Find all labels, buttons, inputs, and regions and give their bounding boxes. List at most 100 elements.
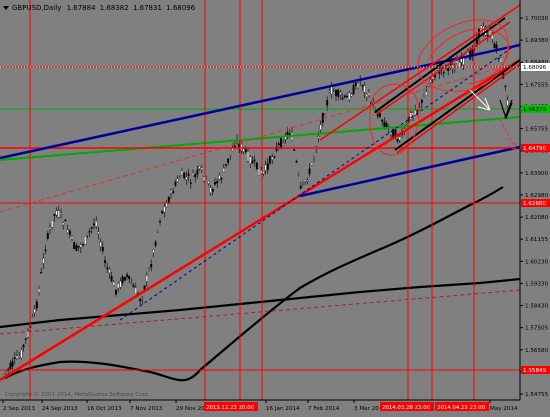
candle-body: [264, 164, 267, 171]
candle-body: [247, 151, 249, 162]
candle-body: [104, 260, 106, 264]
chart-window[interactable]: GBPUSD,Daily 1.67884 1.68382 1.67831 1.6…: [0, 0, 550, 413]
plot-area[interactable]: [0, 0, 520, 400]
candle-body: [126, 274, 128, 277]
candle-body: [101, 247, 104, 252]
candle-body: [409, 112, 412, 120]
price-label: 1.61155: [525, 237, 549, 243]
time-label: 7 Feb 2014: [308, 406, 340, 412]
candle-body: [253, 159, 256, 162]
candle-body: [196, 169, 199, 175]
candle-body: [436, 68, 439, 71]
candle-body: [156, 230, 159, 232]
candle-body: [143, 285, 146, 290]
candle-body: [148, 268, 150, 271]
price-label: 1.62980: [525, 193, 549, 199]
candle-body: [46, 233, 49, 239]
candle-body: [346, 95, 348, 98]
candle-body: [176, 178, 179, 182]
candle-body: [172, 191, 175, 194]
price-label: 1.56580: [525, 348, 549, 354]
candle-body: [491, 34, 494, 40]
price-label: 1.57505: [525, 326, 549, 332]
chart-header: GBPUSD,Daily 1.67884 1.68382 1.67831 1.6…: [3, 4, 196, 12]
candle-body: [209, 187, 212, 193]
candle-body: [42, 258, 45, 264]
time-highlight-label: 2014.03.28 23:00: [382, 405, 431, 411]
time-label: 16 Jan 2014: [266, 406, 300, 412]
candle-body: [53, 214, 56, 216]
candle-body: [99, 241, 102, 247]
price-label: 1.62080: [525, 215, 549, 221]
candle-body: [194, 174, 197, 178]
candle-body: [225, 164, 227, 166]
price-label: 1.63900: [525, 171, 549, 177]
high-value: 1.68382: [100, 4, 129, 12]
candle-body: [132, 285, 135, 288]
candle-body: [304, 179, 307, 182]
candle-body: [60, 212, 62, 215]
candle-body: [35, 301, 38, 309]
candle-body: [84, 236, 87, 245]
candle-body: [207, 181, 210, 184]
candle-body: [467, 51, 469, 56]
candle-body: [352, 85, 355, 95]
candle-body: [357, 82, 359, 89]
candle-body: [13, 357, 16, 359]
candle-body: [293, 149, 296, 151]
candle-body: [141, 298, 144, 300]
price-tag-label: 1.66379: [523, 107, 547, 113]
candle-body: [242, 148, 245, 152]
price-chart[interactable]: GBPUSD,Daily 1.67884 1.68382 1.67831 1.6…: [0, 0, 550, 413]
candle-body: [185, 176, 188, 180]
candle-body: [447, 67, 450, 71]
candle-body: [385, 123, 388, 128]
candle-body: [24, 338, 27, 340]
price-label: 1.69380: [525, 38, 549, 44]
candle-body: [412, 112, 414, 116]
candle-body: [64, 219, 67, 222]
candle-body: [205, 176, 208, 178]
candle-body: [18, 355, 21, 358]
candle-body: [119, 281, 122, 288]
candle-body: [31, 316, 34, 318]
candle-body: [453, 67, 456, 70]
candle-body: [286, 132, 289, 136]
candle-body: [200, 167, 203, 170]
time-label: May 2014: [490, 406, 518, 412]
candle-body: [348, 92, 351, 101]
price-tag-label: 1.55849: [523, 368, 547, 374]
candle-body: [249, 156, 252, 164]
candle-body: [269, 156, 271, 164]
candle-body: [62, 222, 65, 225]
candle-body: [51, 220, 54, 228]
candle-body: [271, 156, 274, 160]
candle-body: [145, 275, 148, 282]
candle-body: [150, 264, 153, 268]
candle-body: [222, 168, 225, 172]
candle-body: [108, 269, 111, 273]
candle-body: [128, 275, 131, 280]
watermark-text: Copyright © 2001-2014, MetaQuotes Softwa…: [5, 391, 150, 398]
candle-body: [306, 180, 309, 182]
candle-body: [170, 189, 172, 194]
candle-body: [75, 245, 78, 251]
low-value: 1.67831: [133, 4, 162, 12]
candle-body: [5, 371, 7, 373]
candle-body: [110, 275, 113, 282]
candle-body: [335, 89, 337, 96]
candle-body: [121, 276, 124, 284]
candle-body: [44, 249, 47, 252]
candle-body: [396, 139, 399, 142]
candle-body: [363, 85, 366, 93]
time-label: 7 Nov 2013: [130, 406, 163, 412]
candle-body: [280, 137, 282, 148]
candle-body: [93, 223, 95, 226]
candle-body: [97, 231, 100, 234]
price-label: 1.60230: [525, 259, 549, 265]
candle-body: [82, 244, 84, 246]
candle-body: [251, 160, 254, 164]
candle-body: [112, 281, 115, 286]
candle-body: [211, 189, 214, 192]
candle-body: [288, 133, 291, 135]
